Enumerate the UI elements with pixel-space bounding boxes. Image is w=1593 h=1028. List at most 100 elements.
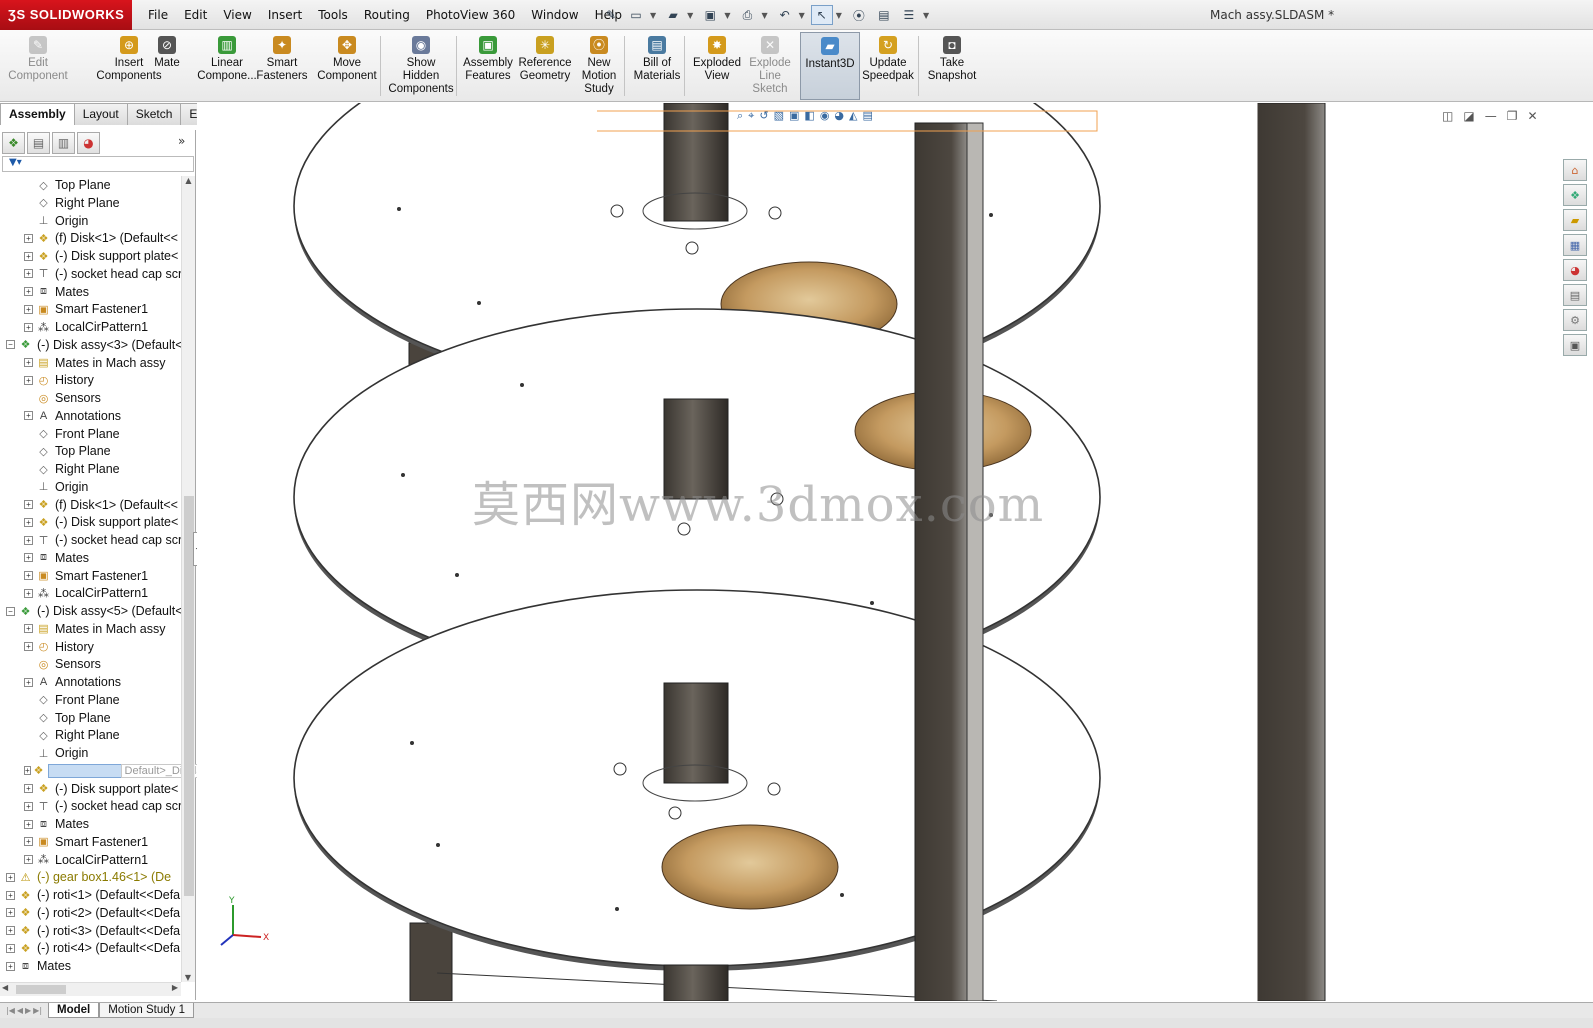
expand-icon[interactable]: + (24, 322, 33, 332)
expand-icon[interactable]: + (6, 872, 15, 882)
mate-button[interactable]: ⊘ Mate (148, 32, 186, 100)
undo-dropdown-icon[interactable]: ▼ (799, 11, 805, 20)
move-component-button[interactable]: ✥ Move Component (312, 32, 382, 100)
frame-post-right[interactable] (1256, 103, 1326, 1001)
exploded-view-button[interactable]: ✸ Exploded View (688, 32, 746, 100)
open-folder-icon[interactable]: ▰ (662, 5, 684, 25)
view-settings-icon[interactable]: ▤ (863, 109, 873, 123)
zoom-to-fit-icon[interactable]: ⌕ (737, 109, 743, 123)
expand-icon[interactable]: + (24, 855, 33, 864)
expand-icon[interactable]: + (24, 411, 33, 421)
bill-of-materials-button[interactable]: ▤ Bill of Materials (630, 32, 684, 100)
pin-icon[interactable]: ✎ (600, 5, 622, 25)
feature-manager-icon[interactable]: ❖ (2, 132, 25, 154)
collapse-icon[interactable]: − (6, 606, 15, 616)
expand-icon[interactable]: + (24, 375, 33, 385)
scroll-left-icon[interactable]: ◀ (2, 983, 8, 992)
zoom-to-area-icon[interactable]: ⌖ (748, 109, 754, 123)
show-hidden-button[interactable]: ◉ Show Hidden Components (384, 32, 458, 100)
new-dropdown-icon[interactable]: ▼ (650, 11, 656, 20)
options-dropdown-icon[interactable]: ▼ (923, 11, 929, 20)
expand-icon[interactable]: + (24, 287, 33, 296)
tab-sketch[interactable]: Sketch (126, 103, 182, 125)
assembly-features-button[interactable]: ▣ Assembly Features (460, 32, 516, 100)
restore-icon[interactable]: ❐ (1507, 109, 1518, 123)
expand-icon[interactable]: + (6, 890, 15, 900)
graphics-viewport[interactable]: ⌕ ⌖ ↺ ▧ ▣ ◧ ◉ ◕ ◭ ▤ 莫西网www.3dmox.com ◫ ◪… (197, 103, 1593, 1001)
view-palette-icon[interactable]: ▦ (1563, 234, 1587, 256)
split-view-icon[interactable]: ◫ (1442, 109, 1453, 123)
expand-icon[interactable]: + (24, 553, 33, 563)
reference-geometry-button[interactable]: ✳ Reference Geometry (514, 32, 576, 100)
snapshot-button[interactable]: ◘ Take Snapshot (922, 32, 982, 100)
bottom-tab-motion-study-1[interactable]: Motion Study 1 (99, 1003, 194, 1018)
scroll-right-icon[interactable]: ▶ (172, 983, 178, 992)
display-manager-icon[interactable]: ◕ (77, 132, 100, 154)
expand-icon[interactable]: + (24, 571, 33, 580)
tab-assembly[interactable]: Assembly (0, 103, 75, 125)
expand-icon[interactable]: + (24, 837, 33, 847)
custom-properties-icon[interactable]: ▤ (1563, 284, 1587, 306)
expand-icon[interactable]: + (24, 766, 31, 776)
speedpak-button[interactable]: ↻ Update Speedpak (858, 32, 918, 100)
bottom-tab-model[interactable]: Model (48, 1003, 100, 1018)
expand-icon[interactable]: + (24, 801, 33, 811)
display-style-icon[interactable]: ◧ (804, 109, 814, 123)
expand-icon[interactable]: + (24, 269, 33, 279)
recording-icon[interactable]: ▣ (1563, 334, 1587, 356)
save-dropdown-icon[interactable]: ▼ (724, 11, 730, 20)
file-properties-icon[interactable]: ▤ (873, 5, 895, 25)
shaft-bottom[interactable] (663, 682, 729, 784)
expand-icon[interactable]: + (24, 677, 33, 687)
save-icon[interactable]: ▣ (699, 5, 721, 25)
first-tab-icon[interactable]: |◀ (6, 1006, 15, 1015)
appearances-icon[interactable]: ◕ (1563, 259, 1587, 281)
print-icon[interactable]: ⎙ (736, 5, 758, 25)
menu-routing[interactable]: Routing (356, 0, 418, 30)
menu-view[interactable]: View (215, 0, 259, 30)
tree-filter-input[interactable]: ▼▾ (2, 156, 194, 172)
open-dropdown-icon[interactable]: ▼ (687, 11, 693, 20)
explode-line-button[interactable]: ✕ Explode Line Sketch (744, 32, 796, 100)
scroll-up-icon[interactable]: ▲ (182, 176, 195, 185)
expand-icon[interactable]: + (24, 642, 33, 651)
expand-icon[interactable]: + (24, 819, 33, 829)
motion-study-button[interactable]: ⦿ New Motion Study (576, 32, 622, 100)
expand-icon[interactable]: + (6, 926, 15, 935)
appearance-icon[interactable]: ◕ (834, 109, 844, 123)
expand-icon[interactable]: + (24, 535, 33, 545)
previous-view-icon[interactable]: ↺ (759, 109, 768, 123)
linear-pattern-button[interactable]: ▥ Linear Compone... (197, 32, 257, 100)
shaft-top[interactable] (663, 103, 729, 222)
expand-icon[interactable]: + (24, 500, 33, 509)
prev-tab-icon[interactable]: ◀ (17, 1006, 23, 1015)
configuration-manager-icon[interactable]: ▥ (52, 132, 75, 154)
menu-window[interactable]: Window (523, 0, 586, 30)
scene-icon[interactable]: ◭ (849, 109, 857, 123)
expand-icon[interactable]: + (24, 624, 33, 634)
select-dropdown-icon[interactable]: ▼ (836, 11, 842, 20)
last-tab-icon[interactable]: ▶| (33, 1006, 42, 1015)
expand-icon[interactable]: + (24, 304, 33, 314)
expand-icon[interactable]: + (24, 784, 33, 793)
select-cursor-icon[interactable]: ↖ (810, 5, 833, 25)
new-document-icon[interactable]: ▭ (625, 5, 647, 25)
design-library-icon[interactable]: ❖ (1563, 184, 1587, 206)
scroll-down-icon[interactable]: ▼ (182, 973, 194, 982)
expand-icon[interactable]: + (24, 517, 33, 527)
solidworks-logo[interactable]: ƷS SOLIDWORKS (0, 0, 132, 30)
expand-icon[interactable]: + (24, 251, 33, 261)
frame-post-left[interactable] (409, 922, 453, 1001)
hide-show-icon[interactable]: ◉ (820, 109, 830, 123)
expand-icon[interactable]: + (6, 961, 15, 971)
expand-icon[interactable]: + (24, 233, 33, 243)
menu-photoview-360[interactable]: PhotoView 360 (418, 0, 523, 30)
expand-icon[interactable]: + (24, 588, 33, 598)
tree-vertical-scrollbar[interactable]: ▲ ▼ (181, 176, 195, 982)
minimize-icon[interactable]: — (1485, 109, 1497, 123)
collapse-icon[interactable]: − (6, 340, 15, 350)
menu-tools[interactable]: Tools (310, 0, 356, 30)
print-dropdown-icon[interactable]: ▼ (761, 11, 767, 20)
menu-file[interactable]: File (140, 0, 176, 30)
rebuild-icon[interactable]: ⦿ (848, 5, 870, 25)
